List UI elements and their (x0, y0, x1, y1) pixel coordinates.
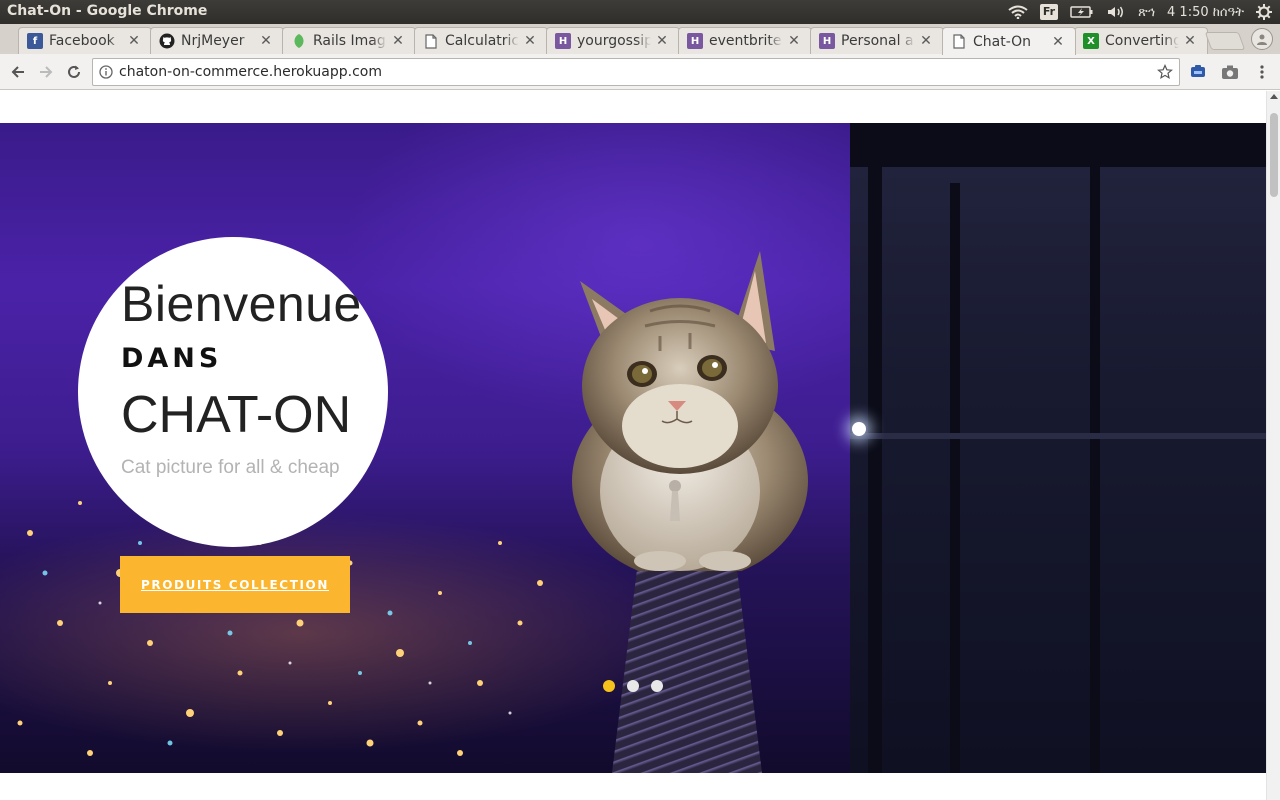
camera-icon[interactable] (1220, 62, 1240, 82)
tab-label: Calculatrice (445, 33, 519, 49)
address-bar[interactable]: chaton-on-commerce.herokuapp.com (92, 58, 1180, 86)
site-info-icon[interactable] (93, 65, 119, 79)
hero-brand-heading: CHAT-ON (121, 386, 352, 444)
url-text[interactable]: chaton-on-commerce.herokuapp.com (119, 64, 382, 80)
excel-icon: X (1083, 33, 1099, 49)
tab-label: Personal a (841, 33, 914, 49)
keyboard-layout-indicator[interactable]: Fr (1039, 4, 1059, 20)
os-top-bar: Chat-On - Google Chrome Fr ጽኅ 4 1:50 ከሰዓ… (0, 0, 1280, 24)
products-collection-button[interactable]: PRODUITS COLLECTION (120, 556, 350, 613)
tab-nrjmeyer[interactable]: NrjMeyer ✕ (150, 27, 284, 54)
hero-tagline: Cat picture for all & cheap (121, 457, 340, 478)
page-scrollbar[interactable] (1266, 91, 1280, 800)
reload-button[interactable] (62, 60, 86, 84)
tab-label: Chat-On (973, 33, 1032, 50)
scroll-thumb[interactable] (1270, 113, 1278, 197)
clock[interactable]: 4 1:50 ከሰዓት (1167, 5, 1244, 20)
close-tab-icon[interactable]: ✕ (259, 33, 273, 49)
tab-personal[interactable]: H Personal a ✕ (810, 27, 944, 54)
hero-carousel: Bienvenue DANS CHAT-ON Cat picture for a… (0, 123, 1266, 773)
carousel-dot-3[interactable] (651, 680, 663, 692)
tab-label: eventbrite (709, 33, 782, 49)
balcony-building (850, 123, 1266, 773)
heroku-icon: H (819, 33, 835, 49)
tab-converting[interactable]: X Converting ✕ (1074, 27, 1208, 54)
extension-puzzle-icon[interactable] (1188, 62, 1208, 82)
facebook-icon: f (27, 33, 43, 49)
tab-label: Facebook (49, 33, 115, 49)
tab-yourgossip[interactable]: H yourgossip ✕ (546, 27, 680, 54)
forward-button[interactable] (34, 60, 58, 84)
wifi-icon[interactable] (1008, 5, 1028, 19)
settings-gear-icon[interactable] (1256, 4, 1272, 20)
tab-facebook[interactable]: f Facebook ✕ (18, 27, 152, 54)
page-icon (951, 34, 967, 50)
carousel-indicators (603, 680, 663, 692)
close-tab-icon[interactable]: ✕ (1051, 34, 1065, 50)
tab-label: yourgossip (577, 33, 651, 49)
tab-calculatrice[interactable]: Calculatrice ✕ (414, 27, 548, 54)
hero-dans-heading: DANS (121, 343, 223, 374)
profile-avatar-icon[interactable] (1251, 28, 1273, 50)
new-tab-button[interactable] (1204, 32, 1246, 50)
leaf-icon (291, 33, 307, 49)
back-arrow-icon (11, 66, 24, 78)
heroku-icon: H (687, 33, 703, 49)
browser-toolbar: chaton-on-commerce.herokuapp.com (0, 54, 1280, 90)
close-tab-icon[interactable]: ✕ (523, 33, 537, 49)
tab-label: Rails Image (313, 33, 387, 49)
tab-label: Converting (1105, 33, 1179, 49)
reload-icon (68, 65, 80, 78)
close-tab-icon[interactable]: ✕ (919, 33, 933, 49)
carousel-dot-2[interactable] (627, 680, 639, 692)
heroku-icon: H (555, 33, 571, 49)
close-tab-icon[interactable]: ✕ (655, 33, 669, 49)
page-icon (423, 33, 439, 49)
close-tab-icon[interactable]: ✕ (787, 33, 801, 49)
page-viewport: Bienvenue DANS CHAT-ON Cat picture for a… (0, 91, 1266, 800)
scroll-up-arrow-icon[interactable] (1270, 94, 1278, 99)
tab-chat-on[interactable]: Chat-On ✕ (942, 27, 1076, 55)
tab-eventbrite[interactable]: H eventbrite ✕ (678, 27, 812, 54)
battery-icon[interactable] (1070, 5, 1094, 19)
tab-strip: f Facebook ✕ NrjMeyer ✕ Rails Image ✕ Ca… (0, 24, 1280, 55)
close-tab-icon[interactable]: ✕ (1183, 33, 1197, 49)
github-icon (159, 33, 175, 49)
street-lamp (852, 422, 866, 436)
close-tab-icon[interactable]: ✕ (127, 33, 141, 49)
tab-rails-image[interactable]: Rails Image ✕ (282, 27, 416, 54)
bookmark-star-icon[interactable] (1157, 64, 1173, 84)
system-tray: Fr ጽኅ 4 1:50 ከሰዓት (1008, 0, 1272, 24)
carousel-dot-1[interactable] (603, 680, 615, 692)
hero-welcome-heading: Bienvenue (121, 276, 362, 332)
volume-icon[interactable] (1106, 5, 1126, 19)
cat-photo (572, 251, 808, 571)
back-button[interactable] (6, 60, 30, 84)
tab-label: NrjMeyer (181, 33, 245, 49)
close-tab-icon[interactable]: ✕ (391, 33, 405, 49)
menu-kebab-icon[interactable] (1252, 62, 1272, 82)
forward-arrow-icon (40, 66, 53, 78)
input-method-indicator[interactable]: ጽኅ (1138, 5, 1155, 20)
window-title: Chat-On - Google Chrome (7, 3, 208, 19)
